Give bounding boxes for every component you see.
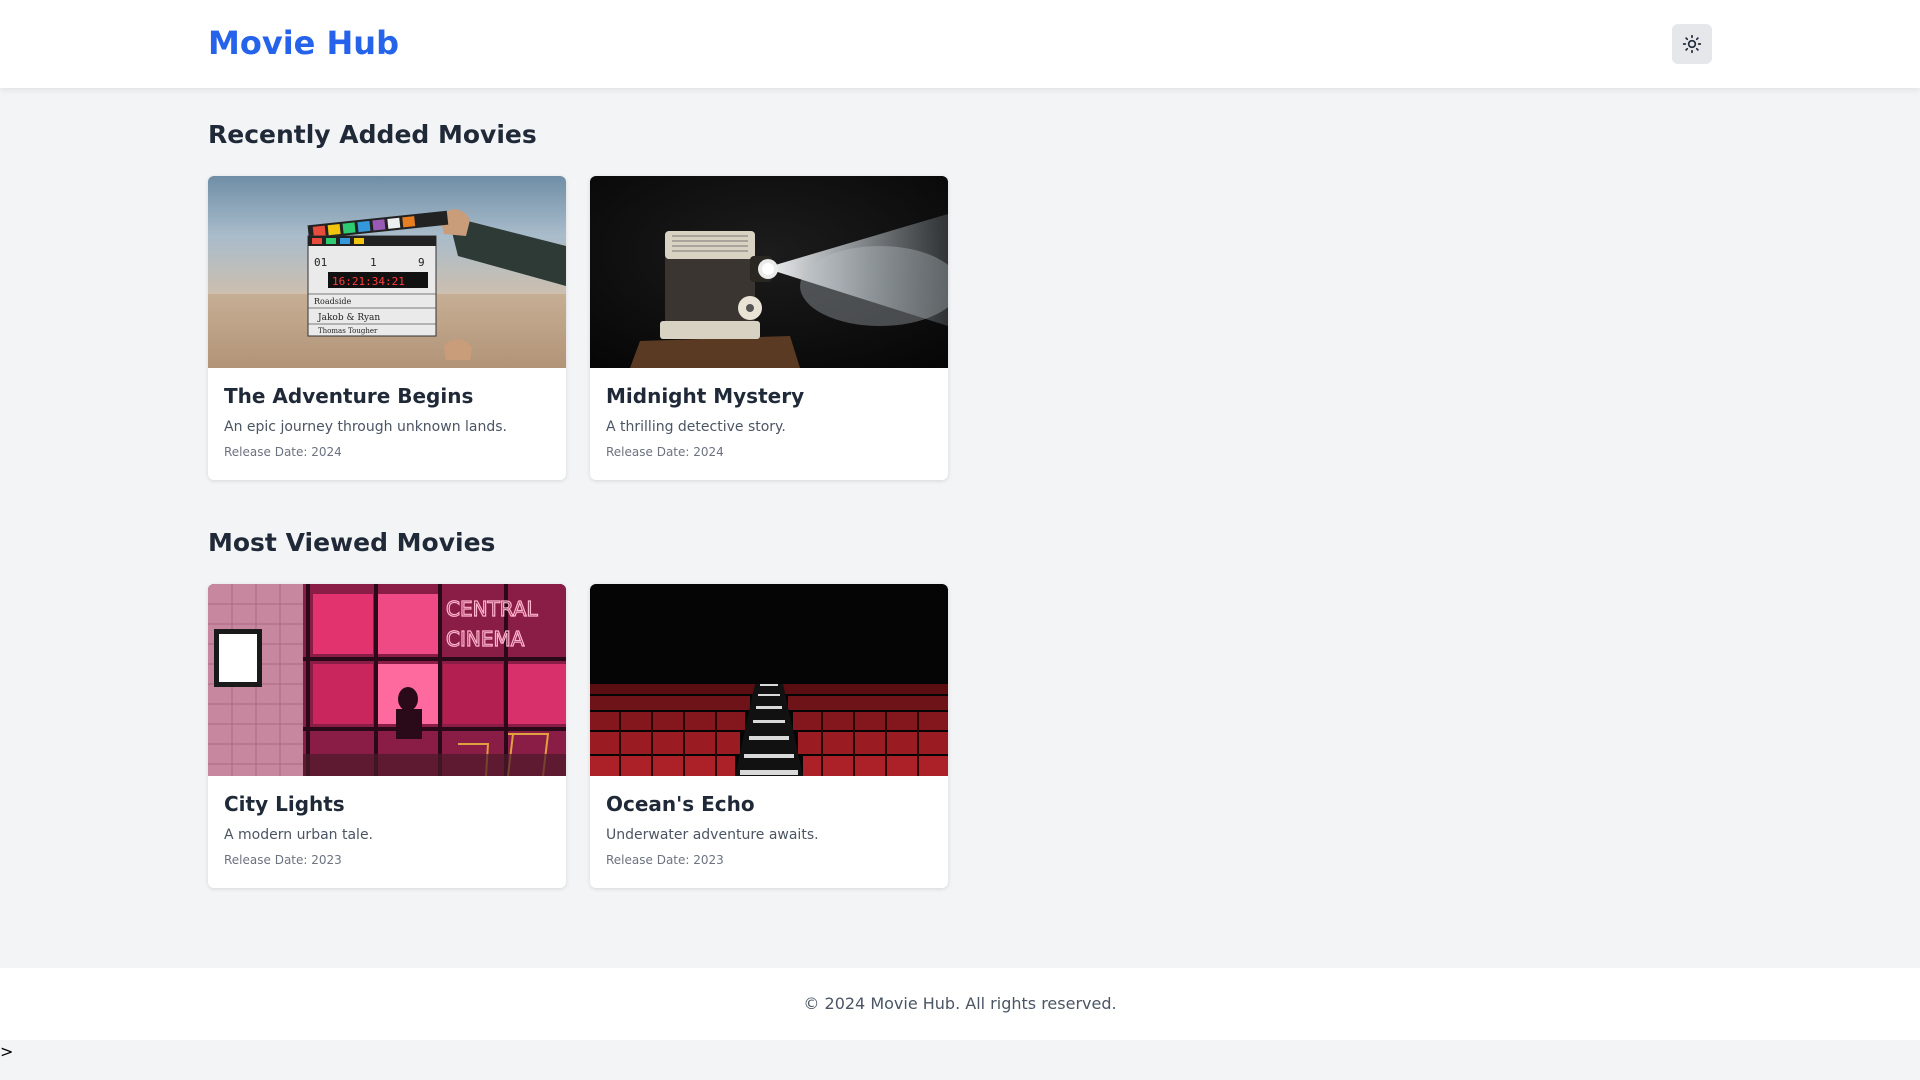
section-title-recently-added: Recently Added Movies [208, 120, 537, 149]
site-footer: © 2024 Movie Hub. All rights reserved. [0, 968, 1920, 1040]
movie-card[interactable]: CENTRAL CINEMA City Lights A modern urba… [208, 584, 566, 888]
movie-poster-theater-seats [590, 584, 948, 776]
movie-release-date: Release Date: 2024 [224, 445, 342, 459]
clapper-take: 1 [370, 256, 377, 269]
movie-description: A thrilling detective story. [606, 419, 786, 435]
site-header: Movie Hub [0, 0, 1920, 88]
neon-sign-line-2: CINEMA [446, 627, 525, 651]
movie-description: An epic journey through unknown lands. [224, 419, 507, 435]
movie-title: Midnight Mystery [606, 384, 805, 408]
movie-poster-projector [590, 176, 948, 368]
movie-description: Underwater adventure awaits. [606, 827, 819, 843]
clapper-production: Roadside [314, 297, 352, 306]
movie-title: The Adventure Begins [224, 384, 474, 408]
movie-card[interactable]: Midnight Mystery A thrilling detective s… [590, 176, 948, 480]
clapper-director: Jakob & Ryan [317, 313, 380, 323]
movie-poster-neon-cinema: CENTRAL CINEMA [208, 584, 566, 776]
clapper-camera: Thomas Tougher [318, 327, 378, 335]
clapper-timecode: 16:21:34:21 [332, 275, 405, 288]
section-title-most-viewed: Most Viewed Movies [208, 528, 496, 557]
theme-toggle-button[interactable] [1672, 24, 1712, 64]
movie-card[interactable]: Ocean's Echo Underwater adventure awaits… [590, 584, 948, 888]
movie-poster-clapperboard: 01 1 9 16:21:34:21 Roadside Jakob & Ryan… [208, 176, 566, 368]
movie-description: A modern urban tale. [224, 827, 374, 843]
copyright-text: © 2024 Movie Hub. All rights reserved. [803, 994, 1117, 1013]
movie-title: Ocean's Echo [606, 792, 755, 816]
clapper-roll: 9 [418, 256, 425, 269]
stray-text: > [0, 1042, 14, 1061]
movie-release-date: Release Date: 2024 [606, 445, 724, 459]
sun-icon [1682, 34, 1702, 54]
neon-sign-line-1: CENTRAL [446, 597, 539, 621]
movie-release-date: Release Date: 2023 [224, 853, 342, 867]
movie-release-date: Release Date: 2023 [606, 853, 724, 867]
movie-card[interactable]: 01 1 9 16:21:34:21 Roadside Jakob & Ryan… [208, 176, 566, 480]
site-logo[interactable]: Movie Hub [208, 22, 399, 64]
clapper-scene: 01 [314, 256, 327, 269]
movie-title: City Lights [224, 792, 345, 816]
